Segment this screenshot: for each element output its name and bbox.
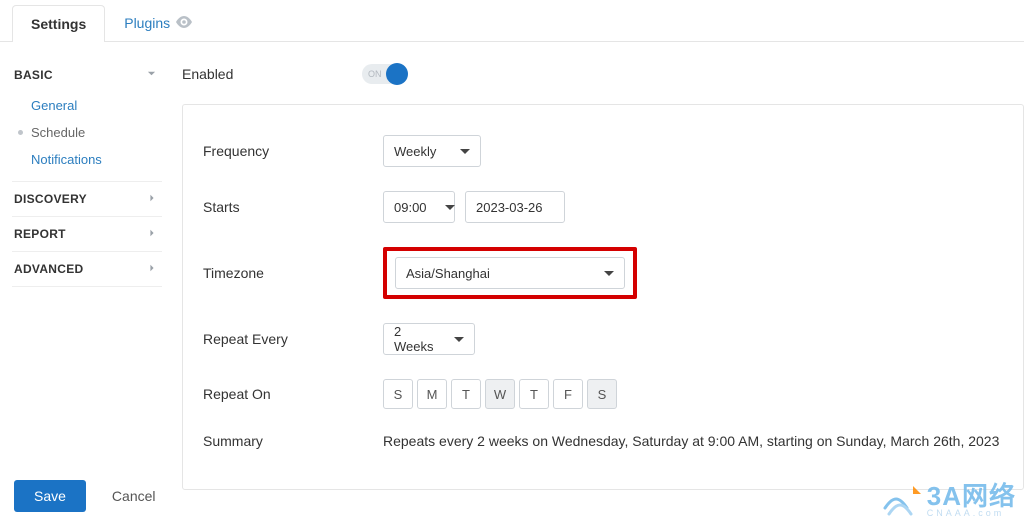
sidebar-item-general[interactable]: General	[12, 92, 162, 119]
tabs: Settings Plugins	[0, 0, 1024, 42]
sidebar-head-basic[interactable]: BASIC	[12, 58, 162, 92]
watermark-sub: CNAAA.com	[927, 509, 1016, 518]
sidebar-items-basic: General Schedule Notifications	[12, 92, 162, 181]
sidebar-group-basic: BASIC General Schedule Notifications	[12, 58, 162, 182]
tab-settings[interactable]: Settings	[12, 5, 105, 42]
sidebar-head-report-label: REPORT	[14, 227, 66, 241]
toggle-text: ON	[368, 64, 382, 84]
repeat-every-value: 2 Weeks	[394, 324, 436, 354]
sidebar-item-schedule[interactable]: Schedule	[12, 119, 162, 146]
sidebar-group-discovery: DISCOVERY	[12, 182, 162, 217]
row-starts: Starts 09:00 2023-03-26	[203, 179, 1003, 235]
toggle-knob-icon	[386, 63, 408, 85]
schedule-card: Frequency Weekly Starts 09:00 2023-03-26	[182, 104, 1024, 490]
day-sun[interactable]: S	[383, 379, 413, 409]
repeat-every-label: Repeat Every	[203, 331, 383, 347]
tab-settings-label: Settings	[31, 16, 86, 32]
bullet-icon	[18, 130, 23, 135]
sidebar-item-label: Notifications	[31, 152, 102, 167]
row-repeat-every: Repeat Every 2 Weeks	[203, 311, 1003, 367]
sidebar-head-advanced[interactable]: ADVANCED	[12, 252, 162, 286]
frequency-label: Frequency	[203, 143, 383, 159]
tab-plugins-label: Plugins	[124, 15, 170, 31]
row-frequency: Frequency Weekly	[203, 123, 1003, 179]
sidebar-group-advanced: ADVANCED	[12, 252, 162, 287]
watermark: 3A网络 CNAAA.com	[883, 482, 1016, 518]
day-thu[interactable]: T	[519, 379, 549, 409]
content: Enabled ON Frequency Weekly Starts 09:00	[182, 58, 1024, 490]
starts-date-input[interactable]: 2023-03-26	[465, 191, 565, 223]
timezone-highlight: Asia/Shanghai	[383, 247, 637, 299]
row-enabled: Enabled ON	[182, 58, 1024, 90]
row-summary: Summary Repeats every 2 weeks on Wednesd…	[203, 421, 1003, 461]
day-wed[interactable]: W	[485, 379, 515, 409]
frequency-value: Weekly	[394, 144, 436, 159]
tab-plugins[interactable]: Plugins	[105, 4, 211, 41]
caret-down-icon	[460, 149, 470, 154]
chevron-right-icon	[148, 263, 156, 276]
watermark-main: 3A网络	[927, 483, 1016, 509]
caret-down-icon	[445, 205, 455, 210]
frequency-select[interactable]: Weekly	[383, 135, 481, 167]
starts-time-select[interactable]: 09:00	[383, 191, 455, 223]
sidebar-item-notifications[interactable]: Notifications	[12, 146, 162, 173]
summary-text: Repeats every 2 weeks on Wednesday, Satu…	[383, 433, 999, 449]
day-sat[interactable]: S	[587, 379, 617, 409]
caret-down-icon	[604, 271, 614, 276]
starts-label: Starts	[203, 199, 383, 215]
main: BASIC General Schedule Notifications	[0, 42, 1024, 490]
sidebar-item-label: General	[31, 98, 77, 113]
summary-label: Summary	[203, 433, 383, 449]
repeat-every-select[interactable]: 2 Weeks	[383, 323, 475, 355]
row-repeat-on: Repeat On S M T W T F S	[203, 367, 1003, 421]
save-button[interactable]: Save	[14, 480, 86, 512]
sidebar-head-advanced-label: ADVANCED	[14, 262, 84, 276]
day-fri[interactable]: F	[553, 379, 583, 409]
footer: Save Cancel	[14, 480, 156, 512]
chevron-down-icon	[147, 69, 156, 81]
sidebar-head-report[interactable]: REPORT	[12, 217, 162, 251]
sidebar-head-discovery[interactable]: DISCOVERY	[12, 182, 162, 216]
day-buttons: S M T W T F S	[383, 379, 617, 409]
sidebar: BASIC General Schedule Notifications	[12, 58, 162, 490]
starts-time-value: 09:00	[394, 200, 427, 215]
timezone-label: Timezone	[203, 265, 383, 281]
timezone-value: Asia/Shanghai	[406, 266, 490, 281]
sidebar-head-discovery-label: DISCOVERY	[14, 192, 87, 206]
sidebar-head-basic-label: BASIC	[14, 68, 53, 82]
repeat-on-label: Repeat On	[203, 386, 383, 402]
row-timezone: Timezone Asia/Shanghai	[203, 235, 1003, 311]
sidebar-item-label: Schedule	[31, 125, 85, 140]
sidebar-group-report: REPORT	[12, 217, 162, 252]
wave-logo-icon	[883, 482, 923, 518]
chevron-right-icon	[148, 193, 156, 206]
timezone-select[interactable]: Asia/Shanghai	[395, 257, 625, 289]
chevron-right-icon	[148, 228, 156, 241]
eye-icon	[176, 15, 192, 31]
enabled-label: Enabled	[182, 66, 362, 82]
cancel-button[interactable]: Cancel	[112, 488, 156, 504]
day-mon[interactable]: M	[417, 379, 447, 409]
day-tue[interactable]: T	[451, 379, 481, 409]
enabled-toggle[interactable]: ON	[362, 64, 406, 84]
starts-date-value: 2023-03-26	[476, 200, 543, 215]
caret-down-icon	[454, 337, 464, 342]
